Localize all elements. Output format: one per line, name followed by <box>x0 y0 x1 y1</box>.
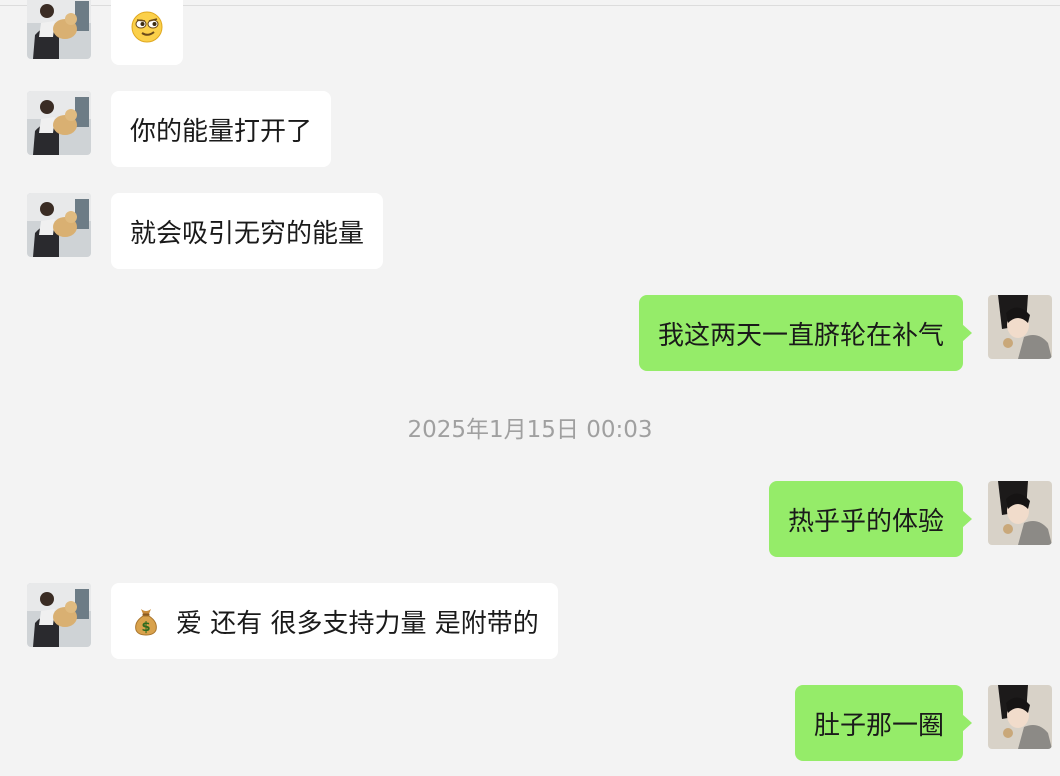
message-bubble[interactable]: 肚子那一圈 <box>794 685 973 761</box>
contact-avatar[interactable] <box>27 91 91 155</box>
message-text: 就会吸引无穷的能量 <box>130 218 365 249</box>
smirk-face-icon <box>130 10 164 44</box>
message-bubble[interactable] <box>111 0 183 65</box>
message-text: 爱 还有 很多支持力量 是附带的 <box>176 608 539 639</box>
message-bubble[interactable]: 就会吸引无穷的能量 <box>111 193 384 269</box>
message-text: 我这两天一直脐轮在补气 <box>657 320 944 351</box>
self-avatar[interactable] <box>988 481 1052 545</box>
contact-avatar[interactable] <box>27 193 91 257</box>
svg-text:$: $ <box>141 620 150 635</box>
message-bubble[interactable]: 热乎乎的体验 <box>768 481 973 557</box>
message-bubble[interactable]: 我这两天一直脐轮在补气 <box>638 295 973 371</box>
contact-avatar[interactable] <box>27 583 91 647</box>
money-bag-icon: $ <box>130 605 162 637</box>
message-text: 你的能量打开了 <box>130 116 313 147</box>
contact-avatar[interactable] <box>27 0 91 59</box>
message-bubble[interactable]: $ 爱 还有 很多支持力量 是附带的 <box>111 583 558 659</box>
message-text: 热乎乎的体验 <box>787 506 944 537</box>
timestamp: 2025年1月15日 00:03 <box>407 417 653 443</box>
message-bubble[interactable]: 你的能量打开了 <box>111 91 332 167</box>
self-avatar[interactable] <box>988 295 1052 359</box>
self-avatar[interactable] <box>988 685 1052 749</box>
message-text: 肚子那一圈 <box>813 710 944 741</box>
